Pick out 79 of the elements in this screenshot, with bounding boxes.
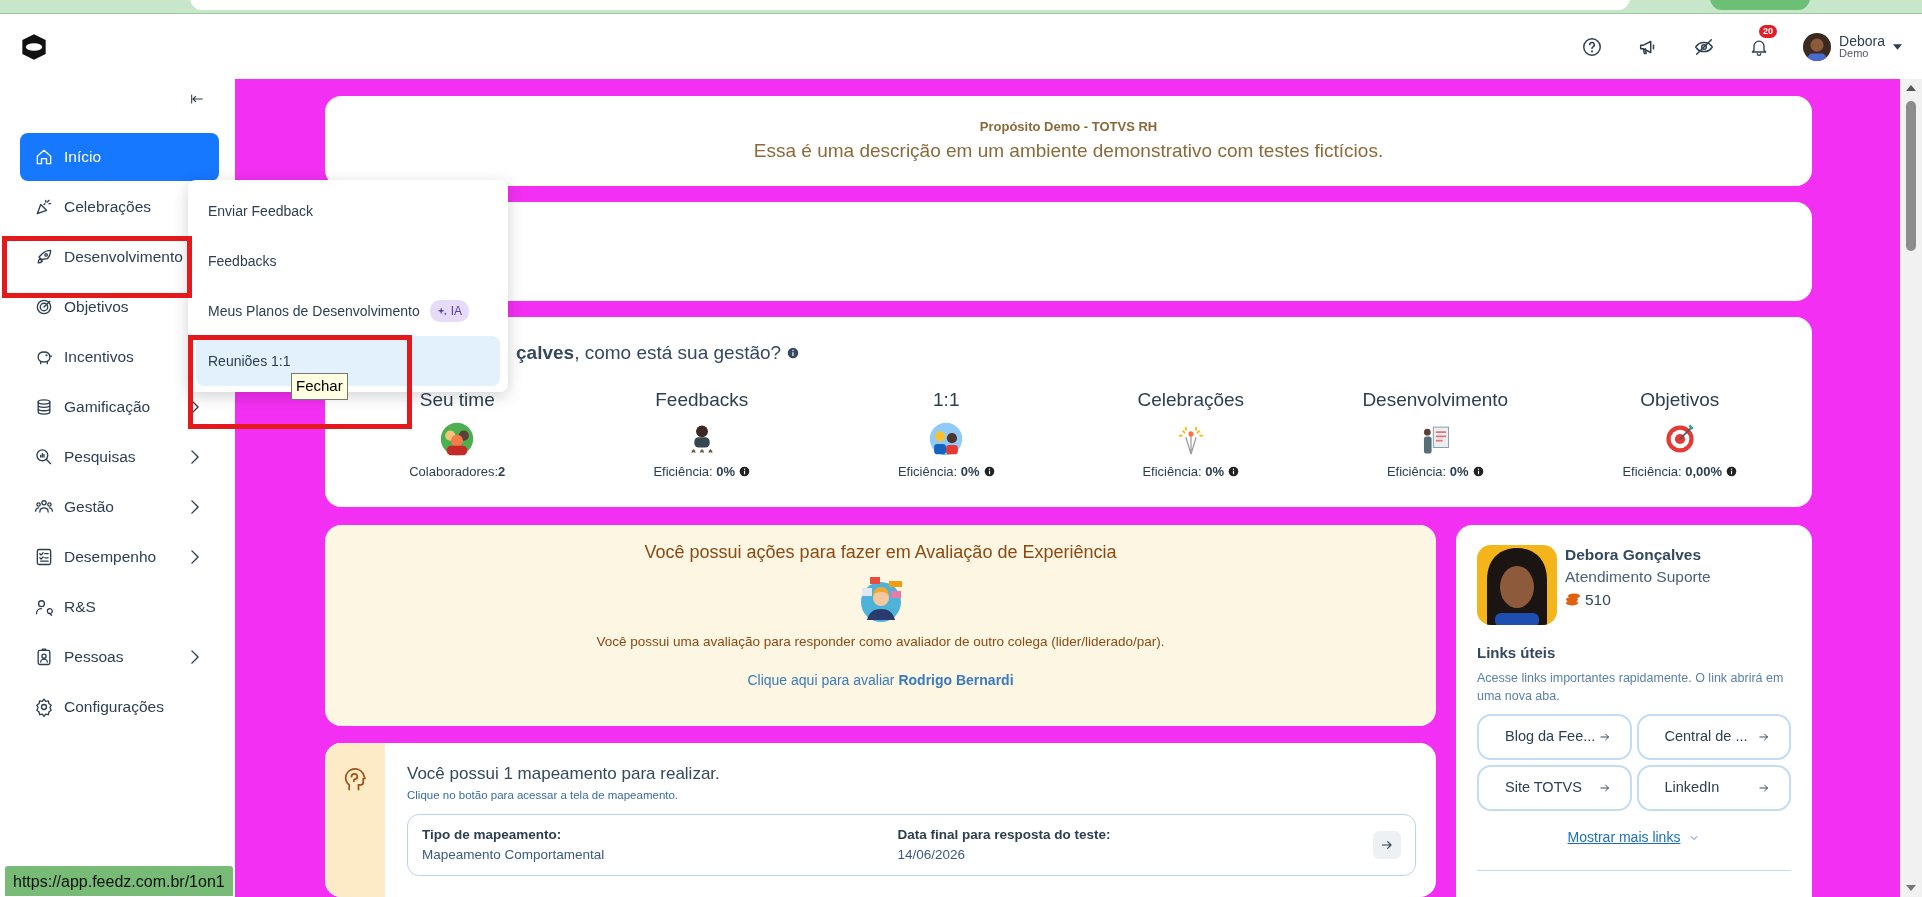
field-value: 14/06/2026 [897,846,967,864]
info-icon[interactable] [787,347,800,360]
collapse-icon[interactable] [189,91,205,107]
stat-value: Eficiência: 0% [897,463,980,481]
scroll-up-icon[interactable] [1906,85,1916,91]
arrow-right-icon [1757,781,1771,795]
link-button[interactable]: Central de ... [1636,714,1791,760]
checklist-icon [34,547,54,567]
coin-count: 510 [1585,589,1611,610]
section-title: Links úteis [1477,643,1557,663]
stat-title: Seu time [419,387,495,412]
target-icon [34,297,54,317]
sidebar-item[interactable]: Pesquisas [20,433,219,481]
status-bar-url: https://app.feedz.com.br/1on1 [5,866,233,896]
help-icon[interactable] [1581,35,1604,58]
logo-icon [20,32,48,61]
stat-title: 1:1 [933,387,960,412]
menu-item[interactable]: Enviar Feedback [196,186,500,236]
notification-count: 20 [1759,24,1778,38]
sidebar-item[interactable]: Início [20,133,219,181]
show-more-link[interactable]: Mostrar mais links [1567,827,1681,848]
tooltip: Fechar [291,373,348,400]
info-icon[interactable] [983,466,995,478]
link-button[interactable]: Blog da Fee... [1477,714,1632,760]
user-role: Demo [1839,48,1870,59]
two-people-icon [929,422,964,456]
person-search-icon [34,597,54,617]
settings-icon [34,697,54,717]
caret-icon[interactable] [1893,43,1902,50]
menu-item[interactable]: Feedbacks [196,236,500,286]
stat-title: Celebrações [1137,387,1245,412]
info-icon[interactable] [1726,466,1738,478]
sidebar-item[interactable]: Configurações [20,683,219,731]
field-value: Mapeamento Comportamental [422,846,606,864]
stat-value: Colaboradores:2 [409,463,506,481]
scroll-down-icon[interactable] [1906,885,1916,891]
scrollbar-thumb[interactable] [1906,101,1916,251]
arrow-button[interactable] [1373,831,1401,859]
chart-search-icon [34,447,54,467]
link-button[interactable]: LinkedIn [1636,765,1791,811]
card-description: Essa é uma descrição em um ambiente demonstrativo com testes fictícios. [752,138,1385,163]
sidebar-item[interactable]: Gamificação [20,383,219,431]
sidebar-item[interactable]: Pessoas [20,633,219,681]
team-icon [440,422,475,456]
arrow-right-icon [1597,781,1612,795]
card-title: Você possui 1 mapeamento para realizar. [407,763,721,785]
party-popper-icon [34,197,54,217]
field-label: Tipo de mapeamento: [422,825,563,844]
coins-icon [1565,592,1581,607]
field-label: Data final para resposta do teste: [897,825,1112,844]
stat-value: Eficiência: 0% [1142,463,1225,481]
stat-value: Eficiência: 0,00% [1622,463,1723,481]
info-icon[interactable] [1228,466,1240,478]
greeting-text: çalves, como está sua gestão? [516,341,782,365]
profile-role: Atendimento Suporte [1565,567,1711,587]
stat-title: Objetivos [1640,387,1720,412]
menu-item[interactable]: Meus Planos de Desenvolvimento IA [196,286,500,336]
stat-value: Eficiência: 0% [653,463,736,481]
card-title: Você possui ações para fazer em Avaliação de Experiência [643,541,1118,564]
section-description: Acesse links importantes rapidamente. O link abrirá em uma nova aba. [1477,669,1785,706]
card-text: Você possui uma avaliação para responder como avaliador de outro colega (lider/liderado/par). [595,633,1166,651]
card-subtitle: Clique no botão para acessar a tela de mapeamento. [407,787,680,803]
info-icon[interactable] [1472,466,1484,478]
sidebar-item[interactable]: R&S [20,583,219,631]
user-name: Debora [1839,34,1885,48]
arrow-right-icon [1757,730,1771,744]
evaluate-link[interactable]: Clique aqui para avaliar Rodrigo Bernardi [747,670,1014,692]
stat-title: Feedbacks [655,387,749,412]
sidebar-item[interactable]: Desempenho [20,533,219,581]
home-icon [34,147,54,167]
card-title: Propósito Demo - TOTVS RH [978,118,1159,136]
profile-name: Debora Gonçalves [1565,545,1703,565]
sidebar-item[interactable]: Gestão [20,483,219,531]
stat-title: Desenvolvimento [1362,387,1509,412]
link-button[interactable]: Site TOTVS [1477,765,1632,811]
info-icon[interactable] [739,466,751,478]
arrow-right-icon [1597,730,1612,744]
ai-badge: IA [429,300,469,322]
stat-value: Eficiência: 0% [1386,463,1469,481]
